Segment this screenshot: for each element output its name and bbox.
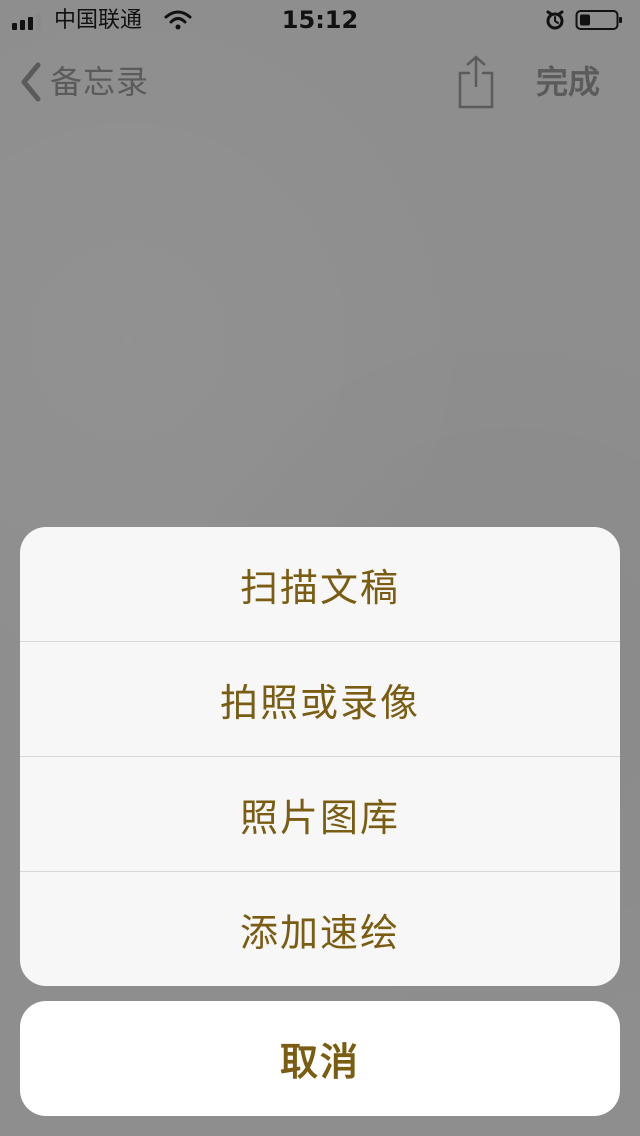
cancel-button[interactable]: 取消 — [20, 1001, 620, 1116]
done-button[interactable]: 完成 — [536, 61, 600, 103]
action-add-sketch[interactable]: 添加速绘 — [20, 871, 620, 986]
action-photo-library[interactable]: 照片图库 — [20, 756, 620, 871]
screen: 中国联通 15:12 备忘录 完成 扫描文稿 拍照或录像 照片图库 添加速绘 取… — [0, 0, 640, 1136]
alarm-icon — [546, 10, 564, 30]
action-scan-document[interactable]: 扫描文稿 — [20, 527, 620, 641]
navigation-bar: 备忘录 完成 — [0, 45, 640, 121]
battery-icon — [575, 10, 622, 30]
status-bar: 中国联通 15:12 — [0, 0, 640, 40]
share-icon[interactable] — [454, 53, 498, 111]
back-label: 备忘录 — [50, 63, 150, 101]
back-button[interactable]: 备忘录 — [18, 57, 149, 107]
action-sheet-group: 扫描文稿 拍照或录像 照片图库 添加速绘 — [20, 527, 620, 986]
chevron-left-icon — [21, 62, 41, 102]
action-take-photo-or-video[interactable]: 拍照或录像 — [20, 641, 620, 756]
